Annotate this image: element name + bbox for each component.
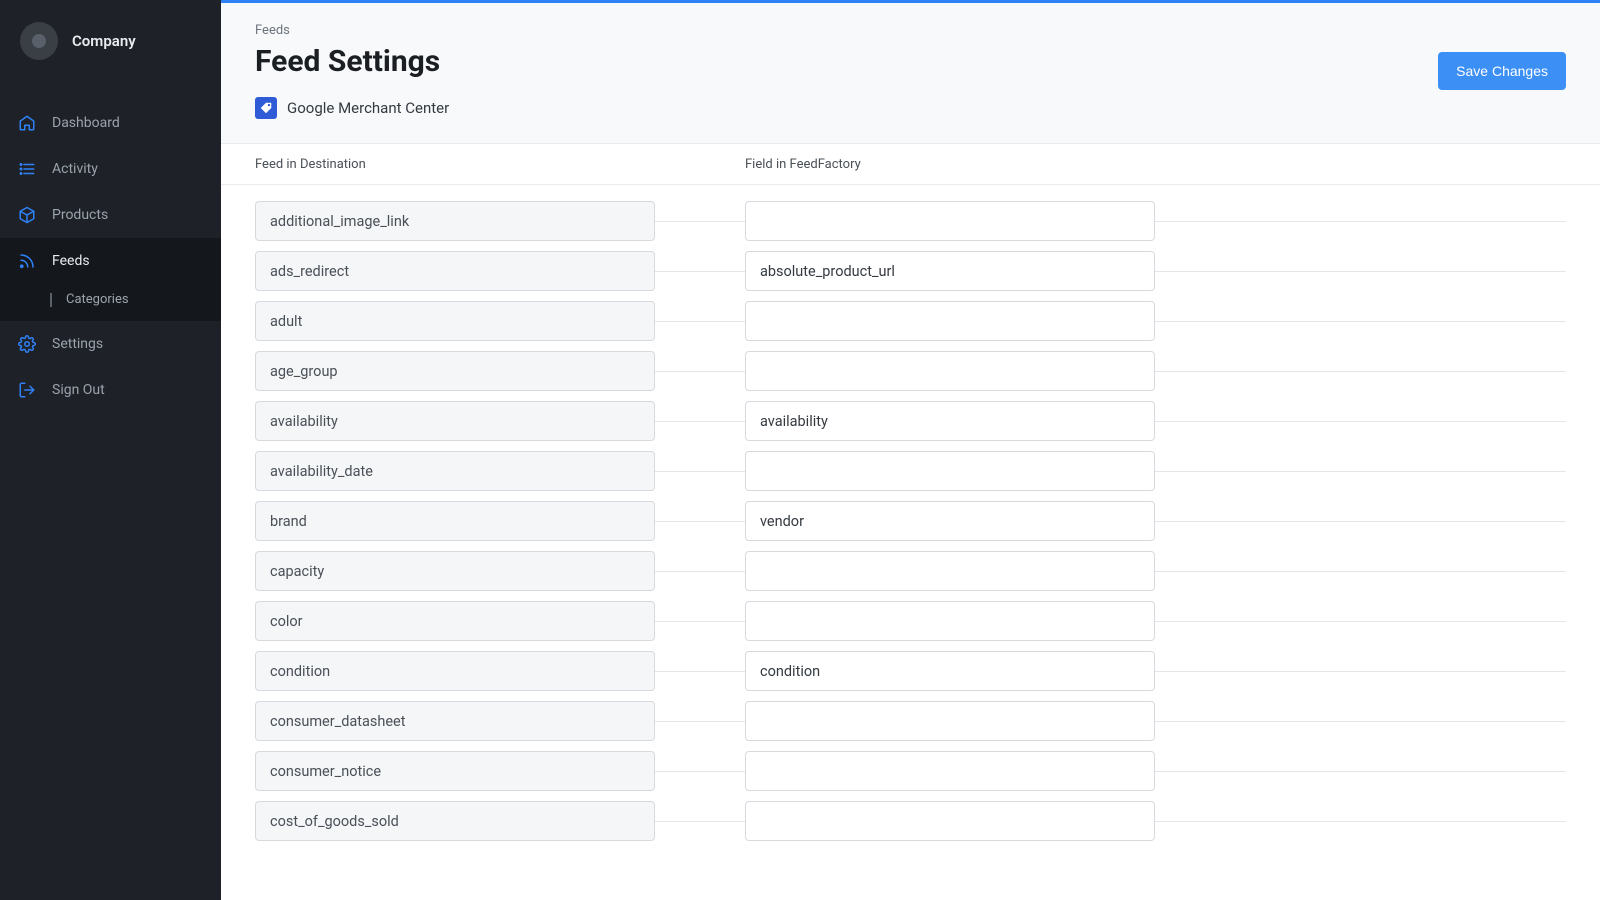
mapping-row: condition condition: [255, 651, 1566, 691]
sidebar-item-dashboard[interactable]: Dashboard: [0, 100, 221, 146]
destination-field: consumer_datasheet: [255, 701, 655, 741]
mapping-row: age_group: [255, 351, 1566, 391]
mapping-row: ads_redirect absolute_product_url: [255, 251, 1566, 291]
column-header-destination: Feed in Destination: [255, 157, 366, 172]
destination-field: age_group: [255, 351, 655, 391]
destination-field: condition: [255, 651, 655, 691]
sidebar-item-products[interactable]: Products: [0, 192, 221, 238]
mapping-row: consumer_datasheet: [255, 701, 1566, 741]
page-title: Feed Settings: [255, 44, 449, 79]
brand-name: Company: [72, 32, 136, 50]
mapping-row: color: [255, 601, 1566, 641]
sidebar-subitem-label: Categories: [66, 292, 129, 307]
mapping-list[interactable]: additional_image_link ads_redirect absolut…: [221, 185, 1600, 900]
sidebar-item-signout[interactable]: Sign Out: [0, 367, 221, 413]
sidebar-item-label: Activity: [52, 161, 98, 177]
mapping-row: additional_image_link: [255, 201, 1566, 241]
gear-icon: [18, 335, 36, 353]
sidebar-item-label: Dashboard: [52, 115, 120, 131]
save-button[interactable]: Save Changes: [1438, 52, 1566, 90]
sidebar-item-settings[interactable]: Settings: [0, 321, 221, 367]
source-field-select[interactable]: [745, 701, 1155, 741]
source-field-select[interactable]: [745, 551, 1155, 591]
rss-icon: [18, 252, 36, 270]
main: Feeds Feed Settings Google Merchant Cent…: [221, 0, 1600, 900]
column-header-source: Field in FeedFactory: [745, 157, 861, 172]
sidebar-subitem-categories[interactable]: Categories: [0, 284, 221, 321]
destination-field: cost_of_goods_sold: [255, 801, 655, 841]
sidebar-item-label: Sign Out: [52, 382, 105, 398]
mapping-row: adult: [255, 301, 1566, 341]
mapping-row: brand vendor: [255, 501, 1566, 541]
source-field-select[interactable]: [745, 601, 1155, 641]
tag-icon: [255, 97, 277, 119]
destination-field: additional_image_link: [255, 201, 655, 241]
sidebar-item-feeds[interactable]: Feeds: [0, 238, 221, 284]
source-field-select[interactable]: [745, 201, 1155, 241]
mapping-row: availability_date: [255, 451, 1566, 491]
source-field-select[interactable]: availability: [745, 401, 1155, 441]
source-field-select[interactable]: vendor: [745, 501, 1155, 541]
source-field-select[interactable]: [745, 751, 1155, 791]
sidebar: Company Dashboard Activity Products: [0, 0, 221, 900]
sidebar-item-label: Feeds: [52, 253, 90, 269]
home-icon: [18, 114, 36, 132]
destination-field: availability: [255, 401, 655, 441]
destination-field: capacity: [255, 551, 655, 591]
source-field-select[interactable]: [745, 451, 1155, 491]
sidebar-item-label: Products: [52, 207, 108, 223]
source-field-select[interactable]: absolute_product_url: [745, 251, 1155, 291]
breadcrumb[interactable]: Feeds: [255, 23, 449, 38]
signout-icon: [18, 381, 36, 399]
destination-field: adult: [255, 301, 655, 341]
destination-field: ads_redirect: [255, 251, 655, 291]
destination-field: color: [255, 601, 655, 641]
brand: Company: [0, 0, 221, 82]
mapping-row: consumer_notice: [255, 751, 1566, 791]
mapping-row: capacity: [255, 551, 1566, 591]
sidebar-nav: Dashboard Activity Products Feeds: [0, 100, 221, 413]
avatar-placeholder-icon: [32, 34, 46, 48]
feed-type: Google Merchant Center: [255, 97, 449, 119]
source-field-select[interactable]: condition: [745, 651, 1155, 691]
mapping-row: availability availability: [255, 401, 1566, 441]
sidebar-item-label: Settings: [52, 336, 103, 352]
destination-field: availability_date: [255, 451, 655, 491]
mapping-row: cost_of_goods_sold: [255, 801, 1566, 841]
source-field-select[interactable]: [745, 801, 1155, 841]
page-header: Feeds Feed Settings Google Merchant Cent…: [221, 3, 1600, 144]
feed-type-label: Google Merchant Center: [287, 99, 449, 117]
destination-field: consumer_notice: [255, 751, 655, 791]
activity-icon: [18, 160, 36, 178]
source-field-select[interactable]: [745, 351, 1155, 391]
sidebar-item-activity[interactable]: Activity: [0, 146, 221, 192]
source-field-select[interactable]: [745, 301, 1155, 341]
destination-field: brand: [255, 501, 655, 541]
subitem-indicator-icon: [50, 293, 52, 307]
box-icon: [18, 206, 36, 224]
columns-header: Feed in Destination Field in FeedFactory: [221, 144, 1600, 185]
avatar: [20, 22, 58, 60]
